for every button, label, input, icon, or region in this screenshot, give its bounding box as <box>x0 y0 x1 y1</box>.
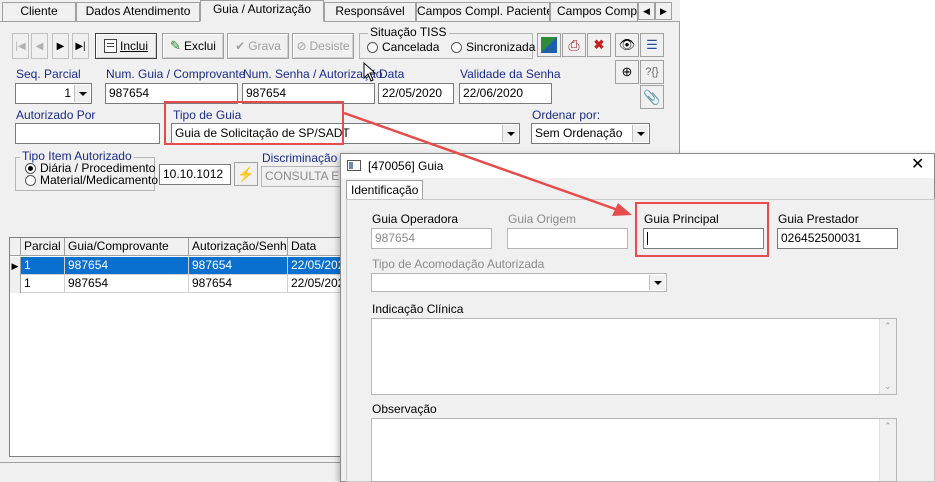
annotation-arrow <box>343 111 632 216</box>
tab-guia-autorizacao[interactable]: Guia / Autorização <box>200 0 324 22</box>
